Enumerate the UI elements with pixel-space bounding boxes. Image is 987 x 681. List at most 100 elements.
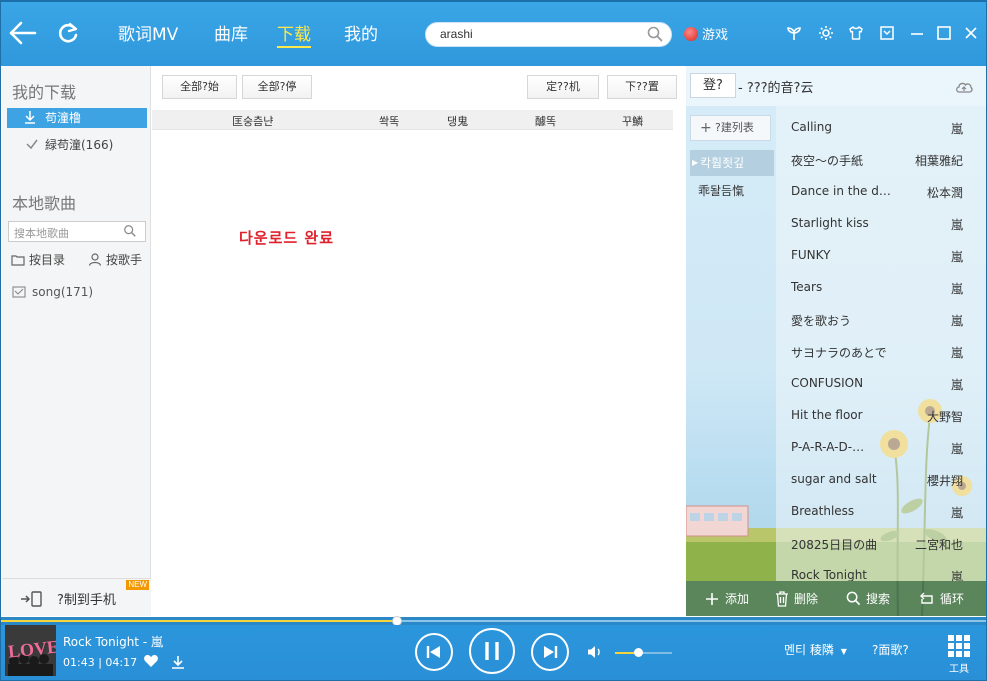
favorite-heart-icon[interactable]: [143, 653, 159, 669]
song-row[interactable]: Calling 嵐: [776, 112, 987, 144]
by-folder-label: 按目录: [29, 253, 66, 267]
tab-download[interactable]: 下载: [277, 22, 311, 48]
tab-mine[interactable]: 我的: [344, 22, 378, 48]
search-input[interactable]: arashi: [425, 22, 672, 47]
search-icon[interactable]: [647, 26, 663, 42]
game-icon: [684, 26, 698, 41]
schedule-shutdown-button[interactable]: 定??机: [527, 75, 599, 99]
trash-icon: [776, 590, 788, 607]
cloud-upload-icon[interactable]: [954, 80, 974, 94]
volume-handle[interactable]: [634, 648, 643, 657]
add-button[interactable]: 添加: [704, 590, 749, 607]
playlist-item-default[interactable]: ▶ 칵훰죗깊: [690, 150, 774, 176]
song-row[interactable]: Dance in the d… 松本潤: [776, 176, 987, 208]
maximize-icon[interactable]: [935, 24, 953, 42]
song-row[interactable]: Starlight kiss 嵐: [776, 208, 987, 240]
sidebar-item-downloaded[interactable]: 緑苟潼(166): [7, 135, 147, 155]
tab-library[interactable]: 曲库: [214, 22, 248, 48]
lyrics-toggle-button[interactable]: ?面歌?: [872, 641, 909, 658]
song-title: 夜空～の手紙: [791, 154, 864, 168]
song-row[interactable]: 夜空～の手紙 相葉雅紀: [776, 144, 987, 176]
playlist-item-mine[interactable]: 乖돨듬愾: [698, 182, 744, 199]
playlist-toolbar: 添加 删除 搜索 循环: [686, 581, 987, 616]
next-button[interactable]: [531, 633, 569, 671]
settings-gear-icon[interactable]: [817, 24, 835, 42]
song-row[interactable]: 20825日目の曲 二宮和也: [776, 528, 987, 560]
left-sidebar: 我的下载 苟潼橹 緑苟潼(166) 本地歌曲 搜本地歌曲 按目录 按歌手 son…: [2, 66, 151, 616]
download-icon[interactable]: [170, 654, 186, 670]
column-header[interactable]: 꾸鱗: [622, 113, 643, 129]
song-title: sugar and salt: [791, 472, 877, 486]
tools-label: 工具: [949, 664, 969, 675]
game-label: 游戏: [702, 28, 729, 43]
column-header[interactable]: 쏵똑: [379, 113, 399, 129]
new-list-label: ?建列表: [715, 121, 754, 134]
back-arrow-icon[interactable]: [8, 18, 38, 48]
song-row[interactable]: Rock Tonight 嵐: [776, 560, 987, 581]
search-button[interactable]: 搜索: [846, 590, 890, 607]
song-title: Tears: [791, 280, 823, 294]
play-mode-dropdown[interactable]: 멘티 稜隣 ▼: [784, 641, 847, 658]
song-artist: 相葉雅紀: [914, 154, 963, 168]
sync-to-phone-button[interactable]: ?制到手机 NEW: [2, 578, 151, 616]
playlist-panel: 登? - ???的音?云 + ?建列表 ▶ 칵훰죗깊 乖돨듬愾 Calling 嵐…: [686, 66, 987, 616]
song-artist: 嵐: [950, 122, 963, 136]
pause-all-button[interactable]: 全部?停: [242, 75, 312, 99]
song-artist: 二宮和也: [914, 538, 963, 552]
game-button[interactable]: 游戏: [684, 24, 728, 43]
search-icon[interactable]: [123, 224, 137, 238]
sidebar-item-song-folder[interactable]: song(171): [12, 285, 93, 299]
sync-phone-label: ?制到手机: [57, 593, 116, 608]
skin-shirt-icon[interactable]: [847, 24, 865, 42]
download-settings-button[interactable]: 下??置: [607, 75, 677, 99]
minimize-icon[interactable]: [908, 24, 926, 42]
refresh-icon[interactable]: [54, 18, 82, 48]
skin-sprout-icon[interactable]: [785, 24, 803, 42]
song-row[interactable]: サヨナラのあとで 嵐: [776, 336, 987, 368]
song-title: サヨナラのあとで: [791, 346, 887, 360]
download-icon: [23, 108, 37, 132]
check-icon: [25, 135, 39, 159]
previous-button[interactable]: [415, 633, 453, 671]
volume-icon[interactable]: [586, 644, 604, 660]
column-header[interactable]: 醵똑: [535, 113, 556, 129]
filter-by-artist[interactable]: 按歌手: [88, 251, 142, 268]
song-row[interactable]: 愛を歌おう 嵐: [776, 304, 987, 336]
search-icon: [846, 591, 861, 606]
song-artist: 嵐: [950, 570, 963, 581]
folder-icon: [11, 254, 25, 266]
tools-button[interactable]: 工具: [946, 634, 974, 680]
song-row[interactable]: sugar and salt 櫻井翔: [776, 464, 987, 496]
column-header[interactable]: 匡숭츰냔: [232, 113, 273, 129]
song-row[interactable]: Tears 嵐: [776, 272, 987, 304]
song-row[interactable]: Breathless 嵐: [776, 496, 987, 528]
delete-button[interactable]: 删除: [775, 590, 818, 607]
pause-button[interactable]: [469, 628, 515, 674]
playlist-label: 칵훰죗깊: [700, 156, 745, 170]
album-cover[interactable]: LOVE: [5, 625, 56, 676]
sidebar-item-downloading[interactable]: 苟潼橹: [7, 108, 147, 128]
song-row[interactable]: P-A-R-A-D-… 嵐: [776, 432, 987, 464]
start-all-button[interactable]: 全部?始: [162, 75, 237, 99]
song-artist: 嵐: [950, 442, 963, 456]
new-playlist-button[interactable]: + ?建列表: [690, 115, 771, 141]
local-search-input[interactable]: 搜本地歌曲: [8, 221, 146, 242]
song-row[interactable]: FUNKY 嵐: [776, 240, 987, 272]
song-artist: 嵐: [950, 314, 963, 328]
tab-lyrics-mv[interactable]: 歌词MV: [118, 22, 178, 48]
song-list: Calling 嵐夜空～の手紙 相葉雅紀 Dance in the d… 松本潤 Star…: [776, 106, 987, 581]
loop-button[interactable]: 循环: [919, 590, 964, 607]
song-artist: 嵐: [950, 378, 963, 392]
playback-progress-bar[interactable]: [0, 616, 987, 626]
song-title: Hit the floor: [791, 408, 863, 422]
download-complete-label: 다운로드 완료: [239, 229, 335, 247]
song-row[interactable]: CONFUSION 嵐: [776, 368, 987, 400]
mini-mode-icon[interactable]: [878, 24, 896, 42]
close-icon[interactable]: [962, 24, 980, 42]
login-button[interactable]: 登?: [690, 73, 736, 98]
column-header[interactable]: 댕鬼: [447, 113, 468, 129]
filter-by-folder[interactable]: 按目录: [11, 251, 65, 268]
downloading-label: 苟潼橹: [45, 111, 82, 125]
song-row[interactable]: Hit the floor 大野智: [776, 400, 987, 432]
plus-icon: +: [700, 120, 712, 136]
